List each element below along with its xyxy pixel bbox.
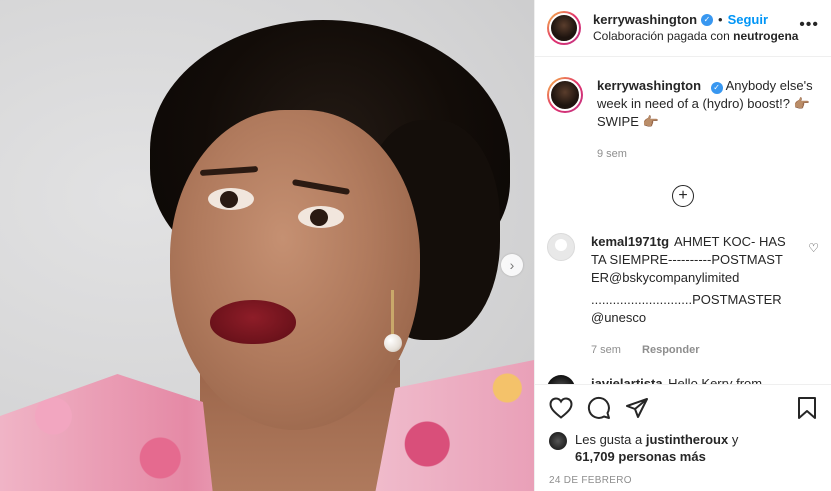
heart-icon[interactable] xyxy=(549,397,573,419)
follow-button[interactable]: Seguir xyxy=(728,12,768,28)
post-header: kerrywashington ✓ • Seguir Colaboración … xyxy=(535,0,831,57)
partner-link[interactable]: neutrogena xyxy=(733,29,798,43)
likes-count[interactable]: 61,709 personas más xyxy=(575,449,706,464)
comment-text-2: ............................POSTMASTER@u… xyxy=(591,292,782,325)
liker-avatar[interactable] xyxy=(549,432,567,450)
photo-eye-right xyxy=(298,206,344,228)
photo-earring xyxy=(384,334,402,352)
verified-badge-icon: ✓ xyxy=(701,14,714,26)
plus-circle-icon: + xyxy=(672,185,694,207)
header-text: kerrywashington ✓ • Seguir Colaboración … xyxy=(593,12,798,44)
carousel-next-button[interactable]: › xyxy=(501,254,523,276)
author-avatar[interactable] xyxy=(547,11,581,45)
comment-icon[interactable] xyxy=(587,396,611,420)
comment-item: kemal1971tg AHMET KOC- HASTA SIEMPRE----… xyxy=(547,233,819,359)
post-side-panel: kerrywashington ✓ • Seguir Colaboración … xyxy=(534,0,831,491)
photo-lips xyxy=(210,300,296,344)
chevron-right-icon: › xyxy=(509,257,515,273)
likes-and: y xyxy=(731,432,739,447)
verified-badge-icon: ✓ xyxy=(710,82,723,94)
post-caption: kerrywashington ✓ Anybody else's week in… xyxy=(547,57,819,163)
post-photo[interactable]: › xyxy=(0,0,534,491)
comments-section: kerrywashington ✓ Anybody else's week in… xyxy=(535,57,831,384)
more-horizontal-icon[interactable]: ••• xyxy=(799,16,819,34)
post-actions: Les gusta a justintheroux y 61,709 perso… xyxy=(535,384,831,486)
photo-face xyxy=(170,110,420,430)
caption-time[interactable]: 9 sem xyxy=(597,148,627,160)
author-username[interactable]: kerrywashington xyxy=(593,12,697,28)
photo-earring-bar xyxy=(391,290,394,336)
photo-eye-left xyxy=(208,188,254,210)
commenter-avatar[interactable] xyxy=(547,233,575,261)
caption-username[interactable]: kerrywashington xyxy=(597,78,701,93)
likes-prefix: Les gusta a xyxy=(575,432,643,447)
action-icons xyxy=(549,395,817,421)
likes-summary: Les gusta a justintheroux y 61,709 perso… xyxy=(549,431,817,465)
comment-time[interactable]: 7 sem xyxy=(591,344,621,356)
share-icon[interactable] xyxy=(625,397,649,419)
post-date[interactable]: 24 DE FEBRERO xyxy=(549,475,817,486)
liker-username[interactable]: justintheroux xyxy=(646,432,728,447)
caption-avatar[interactable] xyxy=(547,77,583,113)
paid-partnership-label: Colaboración pagada con xyxy=(593,29,730,43)
instagram-post: › kerrywashington ✓ • Seguir Colaboració… xyxy=(0,0,831,491)
heart-icon[interactable]: ♡ xyxy=(808,241,819,255)
paid-partnership: Colaboración pagada con neutrogena xyxy=(593,28,798,44)
comment-text: Hello Kerry from xyxy=(668,376,763,384)
comment-username[interactable]: javielartista xyxy=(591,376,663,384)
commenter-avatar[interactable] xyxy=(547,375,575,384)
reply-button[interactable]: Responder xyxy=(642,344,699,356)
separator-dot: • xyxy=(718,12,723,27)
comment-item: javielartista Hello Kerry from ♡ xyxy=(547,375,819,384)
comment-username[interactable]: kemal1971tg xyxy=(591,234,669,249)
bookmark-icon[interactable] xyxy=(797,396,817,420)
load-more-comments[interactable]: + xyxy=(547,185,819,207)
